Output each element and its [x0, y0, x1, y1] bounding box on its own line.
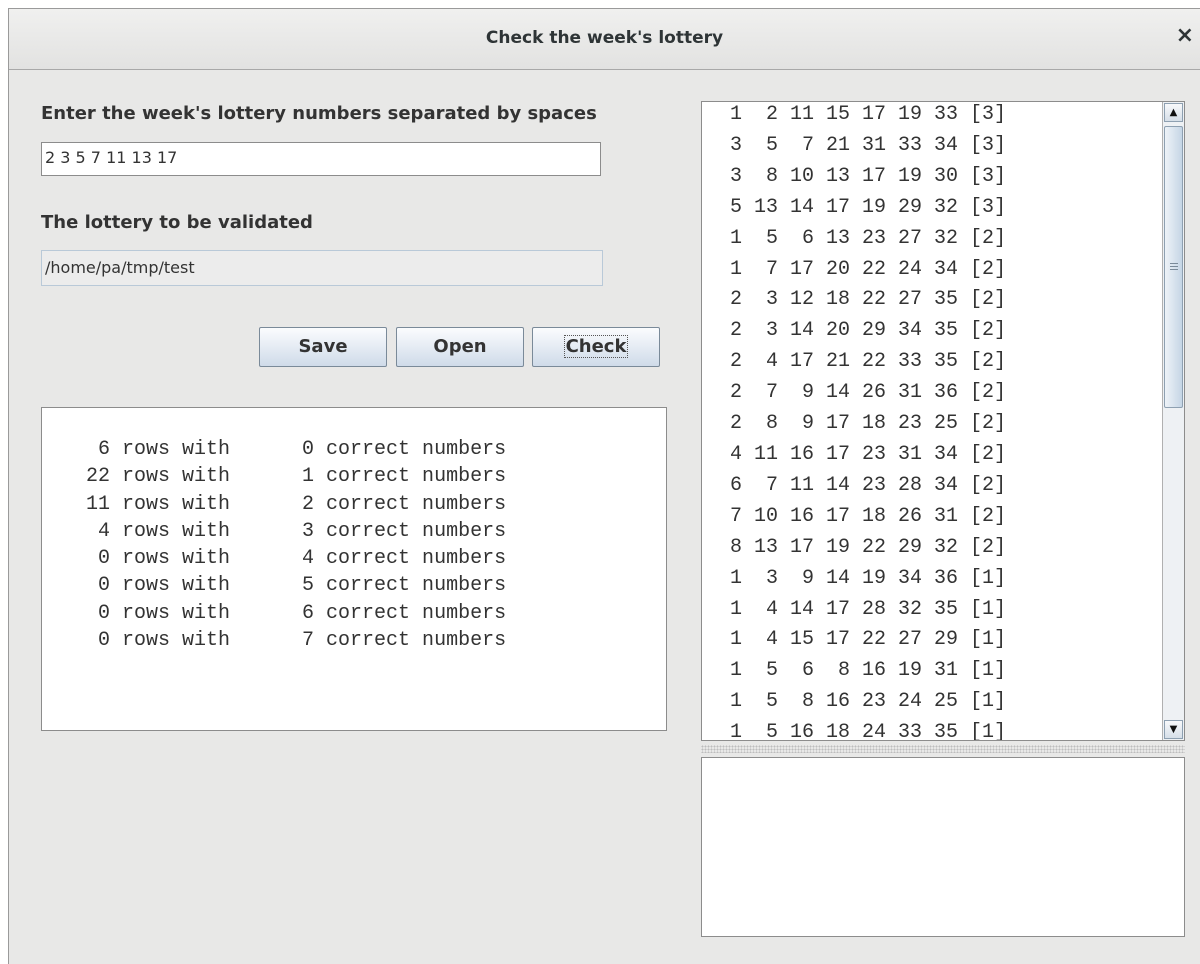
- scroll-up-icon[interactable]: ▲: [1164, 103, 1183, 122]
- save-button[interactable]: Save: [259, 327, 387, 367]
- title-bar[interactable]: Check the week's lottery ×: [9, 9, 1200, 70]
- scrollbar-thumb[interactable]: [1164, 126, 1183, 408]
- check-button[interactable]: Check: [532, 327, 660, 367]
- dialog-window: Check the week's lottery × Enter the wee…: [8, 8, 1200, 964]
- bottom-text-area[interactable]: [701, 757, 1185, 937]
- check-button-label: Check: [563, 335, 629, 358]
- results-text: 6 rows with 0 correct numbers 22 rows wi…: [86, 438, 507, 653]
- split-pane-divider[interactable]: [701, 745, 1185, 753]
- vertical-scrollbar[interactable]: ▲ ▼: [1162, 102, 1184, 740]
- numbers-label: Enter the week's lottery numbers separat…: [41, 103, 597, 124]
- window-title: Check the week's lottery: [485, 28, 724, 48]
- lottery-file-field[interactable]: /home/pa/tmp/test: [41, 250, 603, 286]
- file-label: The lottery to be validated: [41, 212, 313, 233]
- scroll-down-icon[interactable]: ▼: [1164, 720, 1183, 739]
- lottery-rows-scroll-pane[interactable]: 1 2 11 15 17 19 33 [3] 3 5 7 21 31 33 34…: [701, 101, 1185, 741]
- grip-icon: [1170, 263, 1178, 272]
- open-button[interactable]: Open: [396, 327, 524, 367]
- close-icon[interactable]: ×: [1176, 25, 1194, 47]
- lottery-rows-text: 1 2 11 15 17 19 33 [3] 3 5 7 21 31 33 34…: [730, 103, 1007, 741]
- lottery-numbers-input[interactable]: 2 3 5 7 11 13 17: [41, 142, 601, 176]
- results-text-area[interactable]: 6 rows with 0 correct numbers 22 rows wi…: [41, 407, 667, 731]
